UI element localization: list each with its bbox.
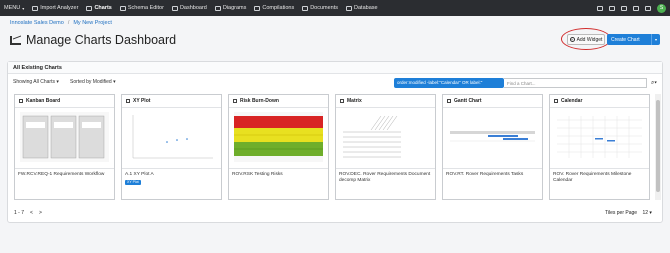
tiles-per-page: Tiles per Page 12 ▾ [605, 210, 652, 216]
apps-icon[interactable] [645, 5, 651, 11]
notification-icon[interactable] [633, 5, 639, 11]
compilation-icon [254, 5, 261, 11]
tile-caption: A.1 XY Plot A [125, 172, 154, 177]
chart-tile-risk-burn-down[interactable]: Risk Burn-Down ROV.RSK Testing Risks [228, 94, 329, 200]
create-chart-button[interactable]: Create Chart ▾ [607, 34, 660, 45]
tile-caption: ROV. Rover Requirements Milestone Calend… [550, 168, 649, 187]
chevron-down-icon: ▾ [113, 79, 116, 85]
tile-caption: FW.RCV.REQ-1 Requirements Workflow [15, 168, 114, 181]
chart-tile-gantt[interactable]: Gantt Chart ROV.RT. Rover Requirements T… [442, 94, 543, 200]
per-page-label: Tiles per Page [605, 210, 638, 216]
tile-title: Gantt Chart [454, 98, 482, 104]
nav-compilations[interactable]: Compilations [254, 5, 294, 11]
import-icon [32, 5, 39, 11]
help-icon[interactable] [621, 5, 627, 11]
add-widget-label: Add Widget [576, 36, 603, 43]
database-icon [346, 5, 353, 11]
sort-dropdown[interactable]: Sorted by Modified ▾ [70, 79, 116, 85]
dashboard-icon [171, 5, 178, 11]
chart-type-badge: XY Plot [125, 180, 141, 185]
create-chart-label: Create Chart [611, 36, 640, 43]
scrollbar-thumb[interactable] [656, 100, 660, 192]
breadcrumb-org[interactable]: Innoslate Sales Demo [10, 20, 64, 26]
page-title: Manage Charts Dashboard [26, 33, 177, 47]
chart-icon [86, 5, 93, 11]
charts-panel: All Existing Charts Showing All Charts ▾… [7, 61, 663, 223]
breadcrumb: Innoslate Sales Demo / My New Project [10, 20, 112, 26]
chart-tiles: Kanban Board FW.RCV.REQ-1 Requirements W… [14, 94, 654, 200]
nav-dashboard[interactable]: Dashboard [171, 5, 207, 11]
risk-icon [233, 99, 237, 103]
tile-title: XY Plot [133, 98, 151, 104]
tile-caption-wrap: A.1 XY Plot A XY Plot [122, 168, 221, 189]
avatar[interactable]: S [657, 3, 666, 13]
panel-controls: Showing All Charts ▾ Sorted by Modified … [8, 76, 662, 90]
page-header: Manage Charts Dashboard [10, 33, 176, 47]
nav-diagrams[interactable]: Diagrams [214, 5, 246, 11]
chevron-down-icon: ▾ [22, 5, 25, 11]
top-nav: MENU ▾ Import Analyzer Charts Schema Edi… [0, 0, 670, 16]
chart-tile-xy-plot[interactable]: XY Plot A.1 XY Plot A XY Plot [121, 94, 222, 200]
tiles-scrollbar[interactable] [655, 94, 661, 200]
filter-query[interactable]: order:modified -label:"Calendar" OR labe… [394, 78, 504, 88]
chart-tile-matrix[interactable]: Matrix ROV.DEC. Rover Requirements Docum… [335, 94, 436, 200]
nav-import-analyzer[interactable]: Import Analyzer [32, 5, 78, 11]
kanban-thumbnail [20, 112, 109, 162]
risk-thumbnail [234, 112, 323, 162]
prev-page-button[interactable]: < [30, 210, 33, 216]
breadcrumb-separator: / [67, 20, 70, 26]
page-range: 1 - 7 [14, 210, 25, 216]
chart-tile-kanban[interactable]: Kanban Board FW.RCV.REQ-1 Requirements W… [14, 94, 115, 200]
gantt-thumbnail [448, 112, 537, 162]
nav-documents[interactable]: Documents [302, 5, 338, 11]
clipboard-icon[interactable] [609, 5, 615, 11]
search-icon[interactable]: ⌕▾ [648, 78, 660, 88]
tile-title: Kanban Board [26, 98, 61, 104]
nav-charts[interactable]: Charts [86, 5, 112, 11]
nav-schema-editor[interactable]: Schema Editor [119, 5, 164, 11]
calendar-thumbnail [555, 112, 644, 162]
schema-icon [119, 5, 126, 11]
line-chart-icon [10, 35, 21, 45]
chat-icon[interactable] [597, 5, 603, 11]
tile-title: Risk Burn-Down [240, 98, 279, 104]
diagram-icon [214, 5, 221, 11]
chevron-down-icon[interactable]: ▾ [651, 34, 660, 45]
calendar-icon [554, 99, 558, 103]
document-icon [302, 5, 309, 11]
gantt-icon [447, 99, 451, 103]
pagination: 1 - 7 < > [14, 210, 48, 216]
tile-caption: ROV.RSK Testing Risks [229, 168, 328, 181]
per-page-select[interactable]: 12 ▾ [642, 210, 651, 216]
nav-database[interactable]: Database [346, 5, 378, 11]
xy-plot-icon [126, 99, 130, 103]
chevron-down-icon: ▾ [56, 79, 59, 85]
add-widget-button[interactable]: + Add Widget [567, 34, 605, 45]
panel-header: All Existing Charts [8, 62, 662, 74]
tile-title: Matrix [347, 98, 362, 104]
xy-plot-thumbnail [127, 112, 216, 162]
kanban-icon [19, 99, 23, 103]
tile-title: Calendar [561, 98, 583, 104]
showing-dropdown[interactable]: Showing All Charts ▾ [13, 79, 59, 85]
nav-right-tools: S [591, 0, 666, 16]
chart-tile-calendar[interactable]: Calendar ROV. Rover Requirements Milesto [549, 94, 650, 200]
menu-button[interactable]: MENU ▾ [4, 5, 24, 11]
breadcrumb-project[interactable]: My New Project [73, 20, 112, 26]
next-page-button[interactable]: > [39, 210, 42, 216]
tile-caption: ROV.RT. Rover Requirements Tasks [443, 168, 542, 181]
matrix-icon [340, 99, 344, 103]
tile-caption: ROV.DEC. Rover Requirements Document dec… [336, 168, 435, 187]
plus-circle-icon: + [569, 37, 575, 42]
search-input[interactable]: Find a Chart... [504, 78, 647, 88]
matrix-thumbnail [341, 112, 430, 162]
menu-label: MENU [4, 5, 21, 11]
